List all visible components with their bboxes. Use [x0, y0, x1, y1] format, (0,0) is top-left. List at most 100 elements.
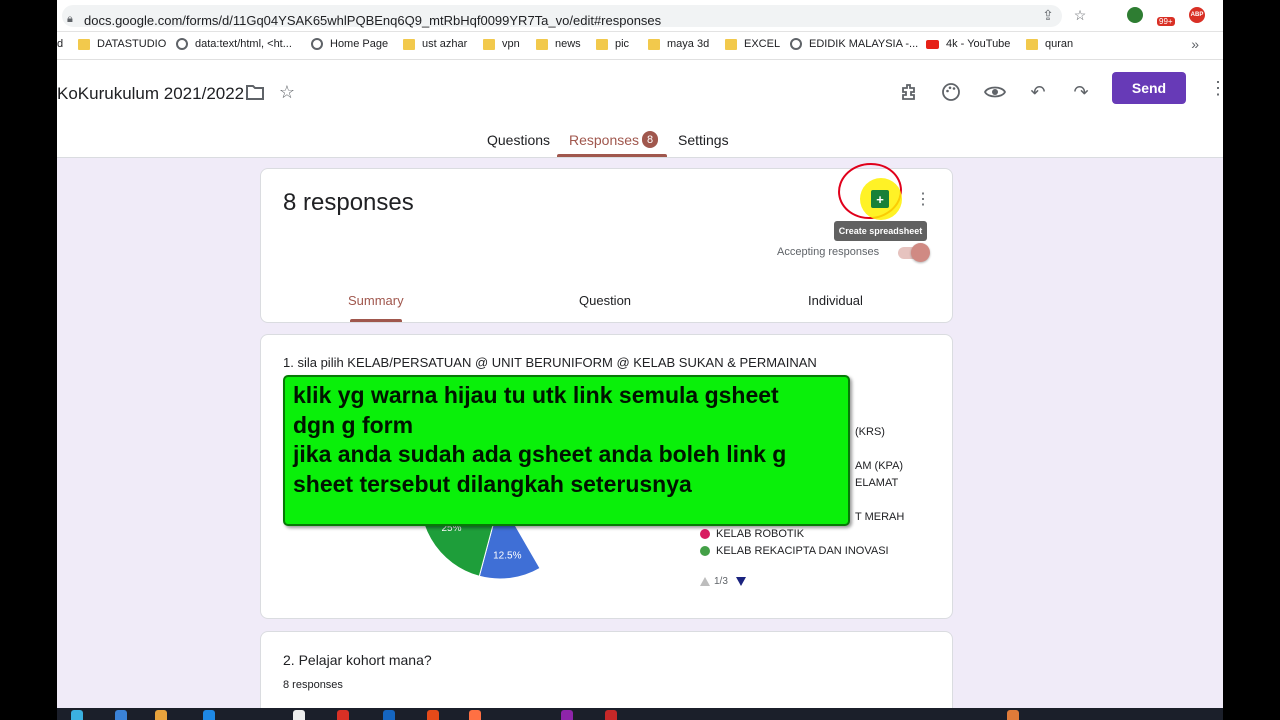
accepting-responses-label: Accepting responses [777, 246, 880, 258]
overlay-line: jika anda sudah ada gsheet anda boleh li… [293, 441, 787, 467]
bookmark-item[interactable]: quran [1026, 38, 1073, 50]
legend-label-partial: AM (KPA) [855, 460, 904, 472]
bookmark-item[interactable]: pic [596, 38, 629, 50]
taskbar-app-icon[interactable] [115, 710, 127, 720]
folder-icon [483, 38, 495, 50]
create-spreadsheet-icon[interactable]: + [871, 190, 889, 208]
overlay-line: dgn g form [293, 411, 414, 438]
taskbar-app-icon[interactable] [293, 710, 305, 720]
palette-icon[interactable] [939, 80, 963, 104]
overlay-line: klik yg warna hijau tu utk link semula g… [293, 382, 779, 408]
undo-icon[interactable]: ↶ [1026, 80, 1050, 104]
legend-label-partial: ELAMAT [855, 477, 899, 489]
taskbar-app-icon[interactable] [469, 710, 481, 720]
bookmark-item[interactable]: DATASTUDIO [78, 38, 166, 50]
legend-page: 1/3 [714, 576, 728, 587]
adblock-icon[interactable]: ABP [1189, 7, 1205, 23]
folder-icon [1026, 38, 1038, 50]
taskbar-app-icon[interactable] [383, 710, 395, 720]
legend-label: KELAB REKACIPTA DAN INOVASI [716, 545, 889, 557]
bookmark-item[interactable]: vpn [483, 38, 520, 50]
legend-swatch [700, 529, 710, 539]
legend-next-icon[interactable] [735, 577, 746, 586]
legend-item: KELAB ROBOTIK [700, 528, 804, 540]
bookmarks-more-icon[interactable]: » [1191, 36, 1199, 52]
responses-title: 8 responses [283, 189, 414, 216]
bookmark-item[interactable]: data:text/html, <ht... [176, 38, 292, 50]
legend-label: KELAB ROBOTIK [716, 528, 805, 540]
folder-icon [78, 38, 90, 50]
active-subtab-indicator [350, 319, 402, 322]
redo-icon[interactable]: ↷ [1069, 80, 1093, 104]
tab-responses[interactable]: Responses [569, 132, 639, 148]
folder-icon[interactable] [243, 80, 267, 104]
star-icon[interactable]: ☆ [275, 80, 299, 104]
share-icon[interactable]: ⇪ [1039, 6, 1057, 24]
folder-icon [725, 38, 737, 50]
bookmark-item[interactable]: Home Page [311, 38, 388, 50]
more-options-icon[interactable]: ⋮ [1209, 78, 1223, 99]
addon-puzzle-icon[interactable] [897, 80, 921, 104]
legend-swatch [700, 546, 710, 556]
taskbar-app-icon[interactable] [561, 710, 573, 720]
pie-slice-label: 12.5% [493, 551, 521, 562]
folder-icon [403, 38, 415, 50]
taskbar-app-icon[interactable] [155, 710, 167, 720]
responses-count-badge: 8 [642, 131, 658, 148]
legend-prev-icon[interactable] [700, 577, 710, 586]
responses-card: 8 responses + ⋮ Create spreadsheet Accep… [260, 159, 953, 323]
url-field[interactable]: 🔒︎ docs.google.com/forms/d/11Gq04YSAK65w… [62, 5, 1062, 28]
bookmark-item[interactable]: d [57, 38, 63, 50]
folder-icon [648, 38, 660, 50]
legend-pager: 1/3 [700, 576, 746, 587]
question-title: 1. sila pilih KELAB/PERSATUAN @ UNIT BER… [283, 355, 817, 370]
taskbar [57, 708, 1223, 720]
bookmark-item[interactable]: maya 3d [648, 38, 709, 50]
accepting-responses-toggle[interactable] [898, 243, 930, 262]
taskbar-app-icon[interactable] [605, 710, 617, 720]
screen: 🔒︎ docs.google.com/forms/d/11Gq04YSAK65w… [57, 0, 1223, 720]
extension-badge: 99+ [1157, 17, 1175, 26]
taskbar-app-icon[interactable] [71, 710, 83, 720]
instruction-overlay: klik yg warna hijau tu utk link semula g… [283, 375, 850, 526]
bookmark-item[interactable]: EXCEL [725, 38, 780, 50]
bookmark-item[interactable]: news [536, 38, 581, 50]
overlay-line: sheet tersebut dilangkah seterusnya [293, 470, 692, 497]
tab-questions[interactable]: Questions [487, 132, 550, 148]
responses-more-icon[interactable]: ⋮ [915, 189, 931, 209]
folder-icon [536, 38, 548, 50]
globe-icon [311, 38, 323, 50]
lock-icon: 🔒︎ [67, 13, 73, 25]
create-spreadsheet-tooltip: Create spreadsheet [834, 221, 927, 241]
legend-label-partial: T MERAH [855, 511, 905, 523]
legend-label-partial: (KRS) [855, 426, 885, 438]
bookmarks-bar: d DATASTUDIO data:text/html, <ht... Home… [57, 32, 1223, 60]
taskbar-app-icon[interactable] [427, 710, 439, 720]
folder-icon [596, 38, 608, 50]
tab-summary[interactable]: Summary [348, 293, 404, 308]
form-header: KoKurukulum 2021/2022 ☆ ↶ ↷ Send ⋮ Quest… [57, 60, 1223, 158]
youtube-icon [926, 39, 939, 49]
taskbar-app-icon[interactable] [1007, 710, 1019, 720]
globe-icon [790, 38, 802, 50]
active-tab-indicator [557, 154, 667, 157]
bookmark-item[interactable]: EDIDIK MALAYSIA -... [790, 38, 918, 50]
send-button[interactable]: Send [1112, 72, 1186, 104]
question-response-count: 8 responses [283, 679, 343, 691]
taskbar-app-icon[interactable] [337, 710, 349, 720]
address-bar: 🔒︎ docs.google.com/forms/d/11Gq04YSAK65w… [57, 0, 1223, 32]
bookmark-item[interactable]: 4k - YouTube [926, 38, 1010, 50]
taskbar-app-icon[interactable] [203, 710, 215, 720]
tab-individual[interactable]: Individual [808, 293, 863, 308]
extension-icon[interactable] [1127, 7, 1143, 23]
form-title[interactable]: KoKurukulum 2021/2022 [57, 84, 244, 104]
question-title: 2. Pelajar kohort mana? [283, 652, 432, 668]
globe-icon [176, 38, 188, 50]
star-bookmark-icon[interactable]: ☆ [1071, 6, 1089, 24]
preview-eye-icon[interactable] [983, 80, 1007, 104]
tab-question[interactable]: Question [579, 293, 631, 308]
extension-badge-icon[interactable]: 99+ [1157, 6, 1175, 26]
question-2-card: 2. Pelajar kohort mana? 8 responses [260, 631, 953, 720]
bookmark-item[interactable]: ust azhar [403, 38, 467, 50]
tab-settings[interactable]: Settings [678, 132, 729, 148]
